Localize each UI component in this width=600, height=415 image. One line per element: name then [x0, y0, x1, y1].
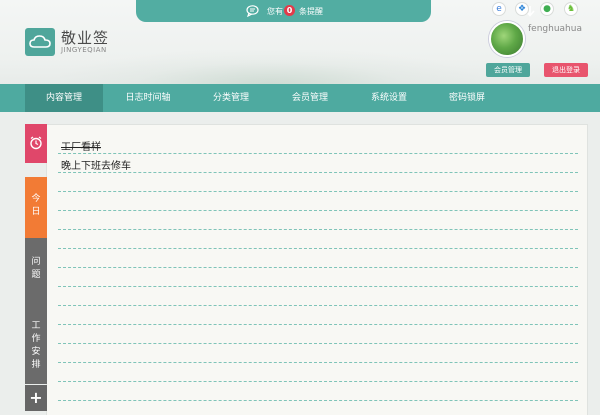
app-subtitle: JINGYEQIAN — [61, 46, 107, 54]
tab-work-label: 工作安排 — [31, 321, 41, 370]
tab-issue[interactable]: 问题 — [25, 238, 47, 300]
note-line — [58, 248, 578, 249]
note-line — [58, 305, 578, 306]
logout-button[interactable]: 退出登录 — [544, 63, 588, 77]
note-line — [58, 172, 578, 173]
note-line — [58, 400, 578, 401]
alarm-clock-icon — [30, 136, 42, 150]
avatar[interactable] — [489, 21, 525, 57]
note-line — [58, 343, 578, 344]
header: 敬业签 JINGYEQIAN 您有 0 条提醒 e ❖ ● ♞ fenghuah… — [0, 0, 600, 84]
app-title: 敬业签 — [61, 29, 110, 47]
notification-count-badge: 0 — [284, 5, 295, 16]
main-nav: 内容管理 日志时间轴 分类管理 会员管理 系统设置 密码锁屏 — [0, 84, 600, 112]
member-management-button[interactable]: 会员管理 — [486, 63, 530, 77]
windows-icon[interactable]: ❖ — [515, 2, 529, 16]
note-line — [58, 153, 578, 154]
nav-member-management[interactable]: 会员管理 — [275, 84, 345, 112]
nav-password-lock[interactable]: 密码锁屏 — [432, 84, 502, 112]
android-icon[interactable]: ♞ — [564, 2, 578, 16]
plus-icon: + — [29, 388, 43, 407]
add-button[interactable]: + — [25, 385, 47, 411]
nav-log-timeline[interactable]: 日志时间轴 — [112, 84, 184, 112]
notification-prefix: 您有 — [267, 7, 283, 16]
note-line — [58, 286, 578, 287]
notification-suffix: 条提醒 — [299, 7, 323, 16]
note-line — [58, 381, 578, 382]
logo[interactable] — [25, 28, 55, 56]
tab-today[interactable]: 今日 — [25, 177, 47, 238]
note-line — [58, 229, 578, 230]
tab-work-schedule[interactable]: 工作安排 — [25, 300, 47, 384]
note-item-completed[interactable]: 工厂看样 — [61, 138, 101, 153]
notification-tab[interactable]: 您有 0 条提醒 — [136, 0, 535, 22]
nav-content-management[interactable]: 内容管理 — [25, 84, 103, 112]
nav-category-management[interactable]: 分类管理 — [196, 84, 266, 112]
note-line — [58, 362, 578, 363]
note-line — [58, 210, 578, 211]
user-name: fenghuahua — [528, 24, 582, 34]
ie-icon[interactable]: e — [492, 2, 506, 16]
note-line — [58, 267, 578, 268]
tab-today-label: 今日 — [31, 194, 41, 217]
tab-issue-label: 问题 — [31, 257, 41, 280]
note-item[interactable]: 晚上下班去修车 — [61, 157, 131, 172]
cloud-logo-icon — [29, 35, 51, 48]
message-icon — [246, 5, 259, 17]
note-line — [58, 324, 578, 325]
header-background — [60, 50, 480, 84]
alarm-tab[interactable] — [25, 124, 47, 163]
nav-system-settings[interactable]: 系统设置 — [354, 84, 424, 112]
note-line — [58, 191, 578, 192]
apple-icon[interactable]: ● — [540, 2, 554, 16]
